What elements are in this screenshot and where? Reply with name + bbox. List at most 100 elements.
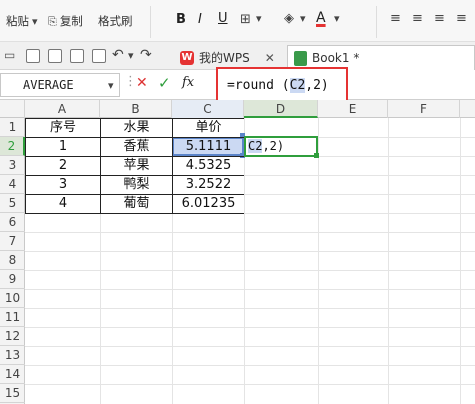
row-header[interactable]: 4: [0, 175, 25, 194]
table-cell[interactable]: 3: [26, 175, 100, 194]
wps-logo-icon: W: [180, 50, 194, 65]
grid-line: [25, 365, 475, 366]
table-cell[interactable]: 2: [26, 156, 100, 175]
grid-line: [25, 232, 475, 233]
name-box[interactable]: AVERAGE: [0, 73, 120, 97]
table-header-cell[interactable]: 序号: [26, 118, 100, 137]
cell-formula-suffix: ,2): [262, 139, 285, 153]
print-icon[interactable]: [48, 49, 62, 63]
tab-my-wps[interactable]: W 我的WPS ✕: [180, 47, 275, 68]
grid-line: [244, 118, 245, 404]
row-header[interactable]: 7: [0, 232, 25, 251]
align-center-icon[interactable]: ≡: [412, 12, 423, 25]
table-cell[interactable]: 苹果: [101, 156, 172, 175]
table-cell[interactable]: 鸭梨: [101, 175, 172, 194]
column-header-bar: A B C D E F: [0, 100, 475, 118]
divider: [376, 6, 377, 38]
column-header-a[interactable]: A: [25, 100, 100, 118]
grid-line: [388, 118, 389, 404]
copy-icon: ⎘: [48, 14, 57, 28]
divider: [150, 6, 151, 38]
grid-line: [25, 327, 475, 328]
spreadsheet-icon: [294, 50, 307, 66]
grid-line: [25, 308, 475, 309]
chevron-down-icon[interactable]: ▾: [300, 13, 306, 24]
active-cell-d2[interactable]: C2,2): [244, 136, 318, 157]
grid-line: [25, 270, 475, 271]
chevron-down-icon[interactable]: ▾: [256, 13, 262, 24]
paste-label: 粘贴: [6, 14, 29, 28]
row-header[interactable]: 10: [0, 289, 25, 308]
grid-line: [25, 289, 475, 290]
grid-line: [318, 118, 319, 404]
redo-icon[interactable]: ↷: [140, 48, 152, 62]
column-header-e[interactable]: E: [318, 100, 388, 118]
close-icon[interactable]: ✕: [265, 51, 275, 65]
column-header-f[interactable]: F: [388, 100, 460, 118]
bold-button[interactable]: B: [176, 12, 186, 27]
copy-label: 复制: [59, 14, 83, 28]
align-justify-icon[interactable]: ≡: [456, 12, 467, 25]
ribbon: 粘贴 ▾ ⎘ 复制 格式刷 B I U ⊞ ▾ ◈ ▾ A ▾ ≡ ≡ ≡ ≡: [0, 0, 475, 42]
table-cell[interactable]: 3.2522: [173, 175, 244, 194]
formula-suffix: ,2): [305, 78, 329, 93]
open-folder-icon[interactable]: ▭: [4, 49, 15, 61]
row-header[interactable]: 9: [0, 270, 25, 289]
format-painter-button[interactable]: 格式刷: [98, 13, 133, 29]
italic-button[interactable]: I: [198, 12, 202, 27]
table-cell[interactable]: 1: [26, 137, 100, 156]
chevron-down-icon[interactable]: ▾: [128, 50, 134, 61]
row-header[interactable]: 12: [0, 327, 25, 346]
row-header[interactable]: 8: [0, 251, 25, 270]
grid-line: [25, 384, 475, 385]
copy-button[interactable]: ⎘ 复制: [48, 13, 83, 29]
save-icon[interactable]: [26, 49, 40, 63]
table-border: [25, 213, 244, 214]
cell-reference-text: C2: [248, 139, 263, 153]
print-preview-icon[interactable]: [70, 49, 84, 63]
table-header-cell[interactable]: 水果: [101, 118, 172, 137]
table-cell[interactable]: 葡萄: [101, 194, 172, 213]
align-left-icon[interactable]: ≡: [390, 12, 401, 25]
row-header-bar: 1 2 3 4 5 6 7 8 9 10 11 12 13 14 15: [0, 118, 25, 404]
table-cell[interactable]: 香蕉: [101, 137, 172, 156]
column-header-c[interactable]: C: [172, 100, 244, 118]
underline-button[interactable]: U: [218, 11, 228, 26]
column-header-b[interactable]: B: [100, 100, 172, 118]
row-header[interactable]: 13: [0, 346, 25, 365]
table-cell[interactable]: 4.5325: [173, 156, 244, 175]
format-painter-label: 格式刷: [98, 14, 133, 28]
formula-cell-reference: C2: [289, 78, 306, 93]
row-header[interactable]: 11: [0, 308, 25, 327]
undo-icon[interactable]: ↶: [112, 48, 124, 62]
align-right-icon[interactable]: ≡: [434, 12, 445, 25]
column-header-d[interactable]: D: [244, 100, 318, 118]
cancel-icon[interactable]: ✕: [136, 75, 148, 91]
table-cell[interactable]: 5.1111: [173, 137, 244, 156]
formula-prefix: =round (: [227, 78, 290, 93]
table-header-cell[interactable]: 单价: [173, 118, 244, 137]
function-icon[interactable]: fx: [182, 75, 194, 90]
grid-line: [25, 346, 475, 347]
table-cell[interactable]: 4: [26, 194, 100, 213]
font-color-icon[interactable]: A: [316, 10, 326, 26]
chevron-down-icon[interactable]: ▾: [108, 80, 114, 91]
row-header[interactable]: 15: [0, 384, 25, 403]
table-cell[interactable]: 6.01235: [173, 194, 244, 213]
row-header[interactable]: 1: [0, 118, 25, 137]
select-all-corner[interactable]: [0, 100, 25, 118]
row-header[interactable]: 3: [0, 156, 25, 175]
fill-handle[interactable]: [314, 153, 319, 158]
row-header[interactable]: 5: [0, 194, 25, 213]
grid-line: [460, 118, 461, 404]
borders-icon[interactable]: ⊞: [240, 13, 251, 26]
row-header[interactable]: 6: [0, 213, 25, 232]
chevron-down-icon[interactable]: ▾: [334, 13, 340, 24]
export-icon[interactable]: [92, 49, 106, 63]
row-header[interactable]: 2: [0, 137, 25, 156]
paste-button[interactable]: 粘贴 ▾: [6, 13, 38, 29]
fill-color-icon[interactable]: ◈: [284, 12, 294, 25]
row-header[interactable]: 14: [0, 365, 25, 384]
confirm-icon[interactable]: ✓: [158, 74, 171, 92]
chevron-down-icon[interactable]: ▾: [32, 16, 38, 27]
